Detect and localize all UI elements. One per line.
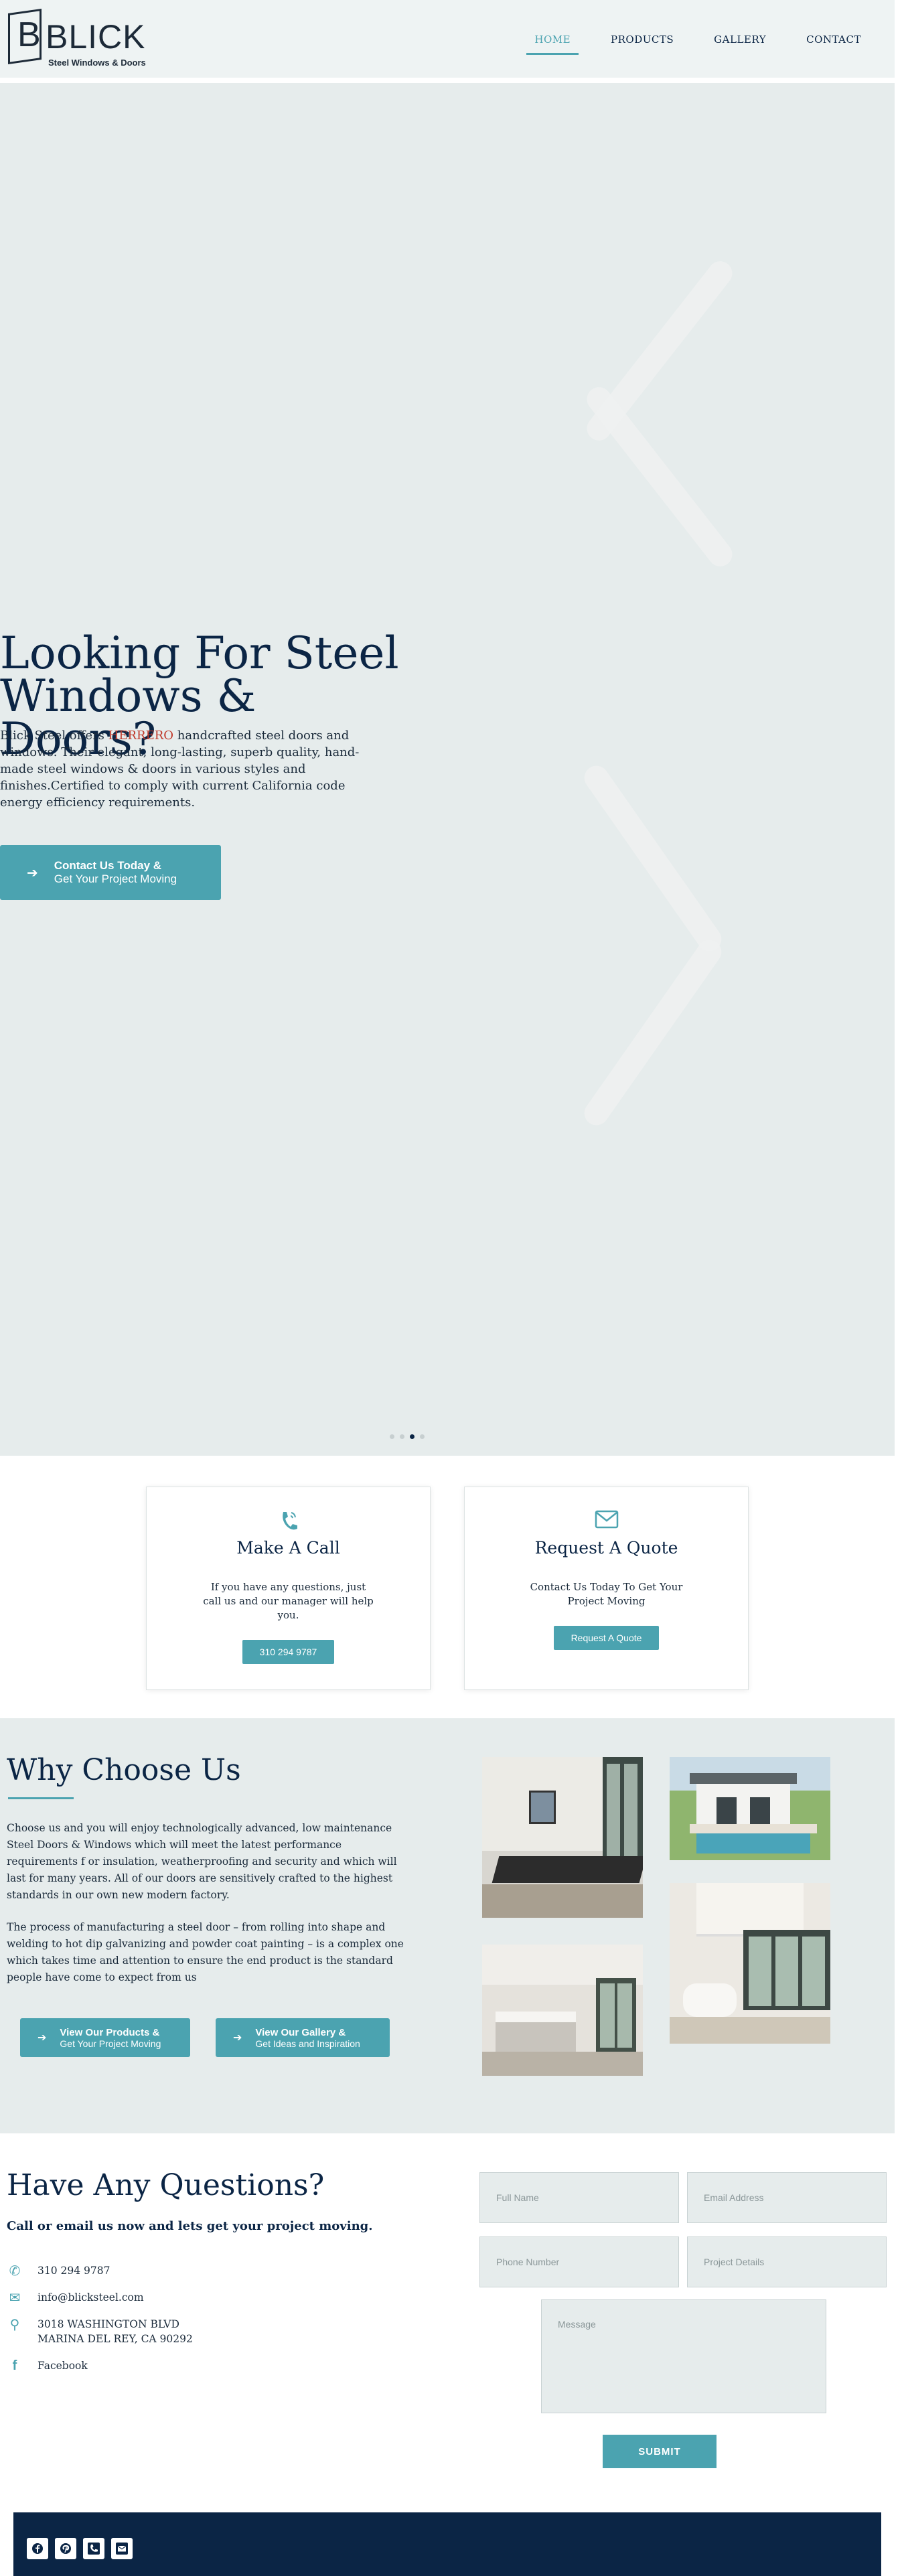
title-underline	[8, 1797, 74, 1799]
project-details-input[interactable]: Project Details	[687, 2237, 887, 2287]
hero-slider: Looking For Steel Windows & Doors? Blick…	[0, 83, 895, 1456]
make-a-call-card: Make A Call If you have any questions, j…	[146, 1487, 431, 1690]
hero-description: Blick Steel offers HERRERO handcrafted s…	[0, 729, 360, 810]
slide-dot-2[interactable]	[400, 1434, 404, 1439]
card-title: Request A Quote	[534, 1538, 678, 1558]
office-photo	[482, 1757, 643, 1918]
email-input[interactable]: Email Address	[687, 2172, 887, 2223]
section-title: Why Choose Us	[7, 1753, 241, 1787]
card-text: Contact Us Today To Get Your Project Mov…	[530, 1581, 683, 1607]
pool-house-photo	[670, 1757, 830, 1860]
phone-icon	[147, 1510, 430, 1534]
phone-input[interactable]: Phone Number	[479, 2237, 679, 2287]
arrow-right-icon: ➔	[27, 865, 38, 881]
request-quote-button[interactable]: Request A Quote	[553, 1626, 660, 1650]
contact-section: Have Any Questions? Call or email us now…	[0, 2133, 895, 2468]
brand-name: HERRERO	[108, 729, 174, 743]
view-gallery-button[interactable]: ➔ View Our Gallery & Get Ideas and Inspir…	[216, 2018, 390, 2057]
contact-subtitle: Call or email us now and lets get your p…	[7, 2219, 373, 2233]
envelope-icon	[465, 1510, 748, 1534]
chevron-right-icon[interactable]	[542, 746, 757, 1148]
why-paragraph-1: Choose us and you will enjoy technologic…	[7, 1822, 397, 1901]
phone-icon: ✆	[9, 2263, 21, 2279]
contact-cards-section: Make A Call If you have any questions, j…	[0, 1456, 895, 1718]
site-header: B BLICK Steel Windows & Doors HOME PRODU…	[0, 0, 895, 80]
contact-phone[interactable]: ✆ 310 294 9787	[7, 2263, 110, 2278]
view-products-button[interactable]: ➔ View Our Products & Get Your Project Mo…	[20, 2018, 190, 2057]
living-room-photo	[670, 1883, 830, 2044]
why-paragraph-2: The process of manufacturing a steel doo…	[7, 1921, 404, 1983]
map-marker-icon: ⚲	[9, 2316, 20, 2332]
logo-tagline: Steel Windows & Doors	[48, 58, 146, 68]
contact-us-button[interactable]: ➔ Contact Us Today & Get Your Project Mov…	[0, 845, 221, 900]
logo-letter: B	[17, 15, 41, 54]
slide-dot-3[interactable]	[410, 1434, 415, 1439]
pinterest-icon[interactable]	[55, 2538, 76, 2559]
site-footer	[13, 2512, 881, 2576]
arrow-right-icon: ➔	[233, 2032, 242, 2044]
call-phone-button[interactable]: 310 294 9787	[242, 1640, 335, 1664]
request-quote-card: Request A Quote Contact Us Today To Get …	[464, 1487, 749, 1690]
nav-products[interactable]: PRODUCTS	[591, 29, 694, 55]
message-textarea[interactable]: Message	[541, 2299, 826, 2413]
main-nav: HOME PRODUCTS GALLERY CONTACT	[514, 29, 881, 55]
nav-gallery[interactable]: GALLERY	[694, 29, 786, 55]
submit-button[interactable]: SUBMIT	[603, 2435, 717, 2468]
envelope-icon: ✉	[9, 2289, 21, 2305]
bedroom-photo	[482, 1945, 643, 2076]
nav-home[interactable]: HOME	[514, 29, 591, 55]
contact-address: ⚲ 3018 WASHINGTON BLVD MARINA DEL REY, CA…	[7, 2317, 193, 2346]
nav-contact[interactable]: CONTACT	[786, 29, 881, 55]
contact-email[interactable]: ✉ info@blicksteel.com	[7, 2290, 144, 2305]
chevron-left-icon[interactable]	[549, 244, 763, 592]
card-title: Make A Call	[236, 1538, 340, 1558]
phone-icon[interactable]	[83, 2538, 104, 2559]
section-title: Have Any Questions?	[7, 2168, 325, 2202]
logo-word: BLICK	[46, 18, 146, 56]
full-name-input[interactable]: Full Name	[479, 2172, 679, 2223]
slide-dot-1[interactable]	[390, 1434, 394, 1439]
slide-dot-4[interactable]	[420, 1434, 425, 1439]
facebook-icon: f	[12, 2358, 17, 2373]
arrow-right-icon: ➔	[37, 2032, 47, 2044]
contact-facebook[interactable]: f Facebook	[7, 2358, 88, 2373]
slider-dots	[390, 1434, 425, 1439]
envelope-icon[interactable]	[111, 2538, 133, 2559]
why-choose-us-section: Why Choose Us Choose us and you will enj…	[0, 1718, 895, 2133]
card-text: If you have any questions, just call us …	[203, 1581, 374, 1621]
facebook-icon[interactable]	[27, 2538, 48, 2559]
blick-logo[interactable]: B BLICK Steel Windows & Doors	[8, 8, 162, 68]
